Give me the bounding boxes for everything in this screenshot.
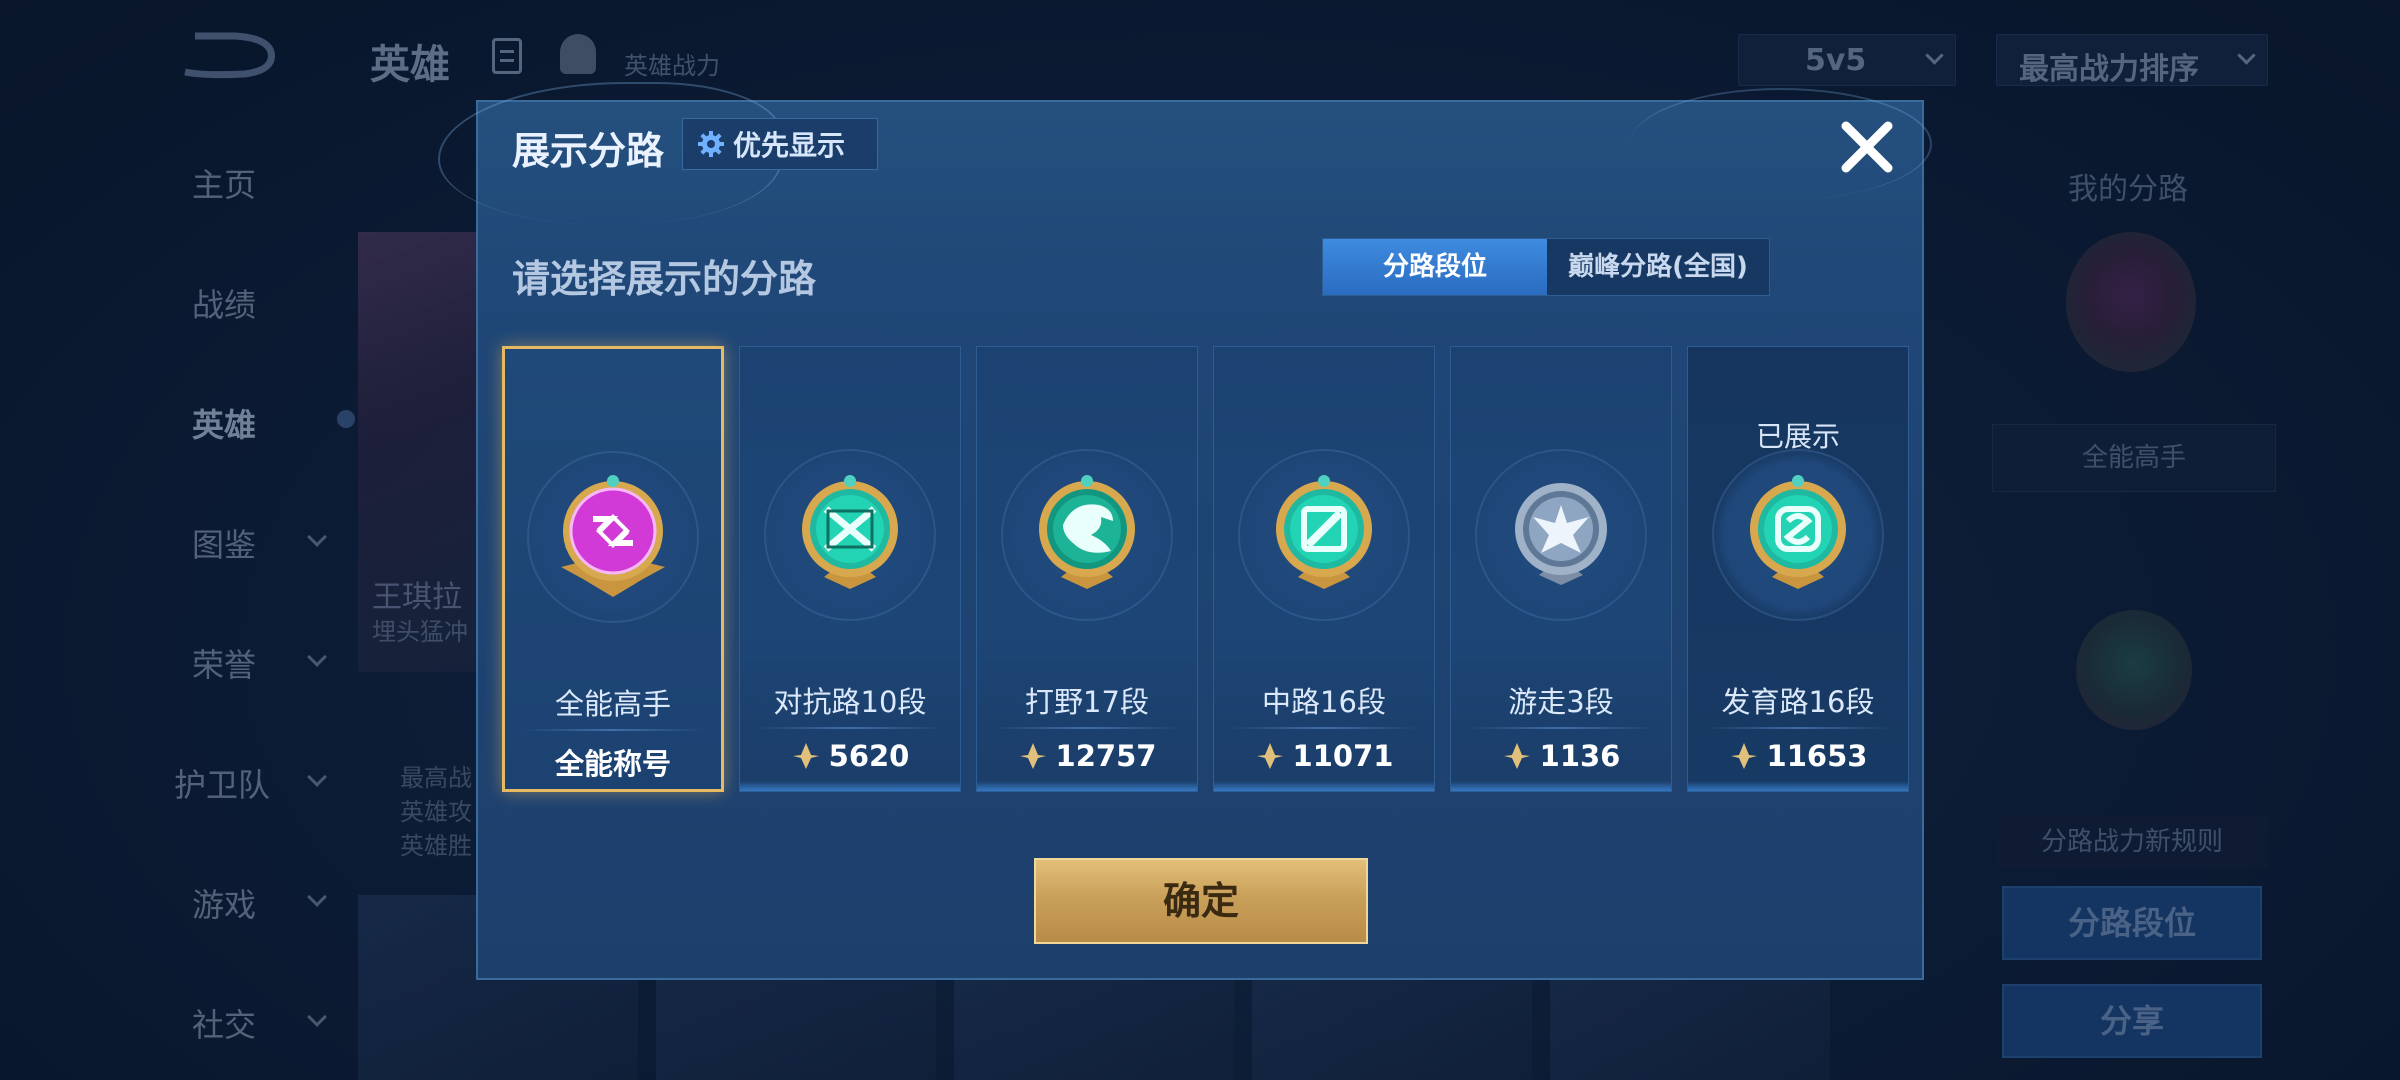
power-icon: [1019, 743, 1046, 769]
route-card-value: 11653: [1688, 739, 1908, 773]
power-icon: [1730, 743, 1757, 769]
priority-display-button[interactable]: 优先显示: [682, 118, 878, 170]
priority-display-label: 优先显示: [733, 129, 846, 162]
route-card-name: 打野17段: [1025, 685, 1149, 719]
route-card-name: 中路16段: [1262, 685, 1386, 719]
route-card-name: 对抗路10段: [773, 685, 927, 719]
route-card-name: 游走3段: [1508, 685, 1614, 719]
divider: [756, 727, 944, 729]
route-card-value: 全能称号: [505, 741, 721, 783]
route-card-mid-lane[interactable]: 中路16段 11071: [1213, 346, 1435, 792]
roam-badge-icon: [1515, 483, 1607, 585]
route-card-name: 发育路16段: [1721, 685, 1875, 719]
route-card-value-text: 全能称号: [554, 747, 671, 781]
route-card-value: 12757: [977, 739, 1197, 773]
confirm-button[interactable]: 确定: [1034, 858, 1368, 944]
route-card-value-text: 12757: [1055, 739, 1157, 773]
route-card-value-text: 5620: [828, 739, 910, 773]
route-tabs: 分路段位 巅峰分路(全国): [1322, 238, 1770, 296]
divider: [1467, 727, 1655, 729]
farm-lane-badge-icon: [1750, 475, 1846, 589]
route-card-list: 全能高手 全能称号 对抗路10段 5620 打野17段 12757 中路16段 …: [502, 346, 1909, 792]
route-card-value-text: 11071: [1292, 739, 1394, 773]
route-card-value: 1136: [1451, 739, 1671, 773]
divider: [993, 727, 1181, 729]
power-icon: [792, 743, 819, 769]
close-icon[interactable]: [1836, 116, 1898, 178]
route-card-value: 11071: [1214, 739, 1434, 773]
route-card-roam[interactable]: 游走3段 1136: [1450, 346, 1672, 792]
route-card-name: 全能高手: [554, 687, 671, 721]
divider: [521, 729, 705, 731]
power-icon: [1503, 743, 1530, 769]
route-card-value-text: 1136: [1539, 739, 1621, 773]
route-card-value-text: 11653: [1766, 739, 1868, 773]
divider: [1230, 727, 1418, 729]
dialog-subtitle: 请选择展示的分路: [512, 257, 817, 301]
power-icon: [1256, 743, 1283, 769]
tab-route-rank[interactable]: 分路段位: [1323, 239, 1547, 295]
route-card-clash-lane[interactable]: 对抗路10段 5620: [739, 346, 961, 792]
all-round-badge-icon: [561, 475, 665, 597]
clash-lane-badge-icon: [802, 475, 898, 589]
gear-icon: [698, 131, 724, 157]
route-card-farm-lane[interactable]: 已展示 发育路16段 11653: [1687, 346, 1909, 792]
tab-peak-route[interactable]: 巅峰分路(全国): [1547, 239, 1769, 295]
dialog-title: 展示分路: [512, 129, 665, 173]
route-card-value: 5620: [740, 739, 960, 773]
jungle-badge-icon: [1039, 475, 1135, 589]
route-card-all-round[interactable]: 全能高手 全能称号: [502, 346, 724, 792]
mid-lane-badge-icon: [1276, 475, 1372, 589]
divider: [1704, 727, 1892, 729]
route-display-dialog: 展示分路 优先显示 请选择展示的分路 分路段位 巅峰分路(全国) 全能高手 全能…: [438, 82, 1932, 980]
route-card-jungle[interactable]: 打野17段 12757: [976, 346, 1198, 792]
